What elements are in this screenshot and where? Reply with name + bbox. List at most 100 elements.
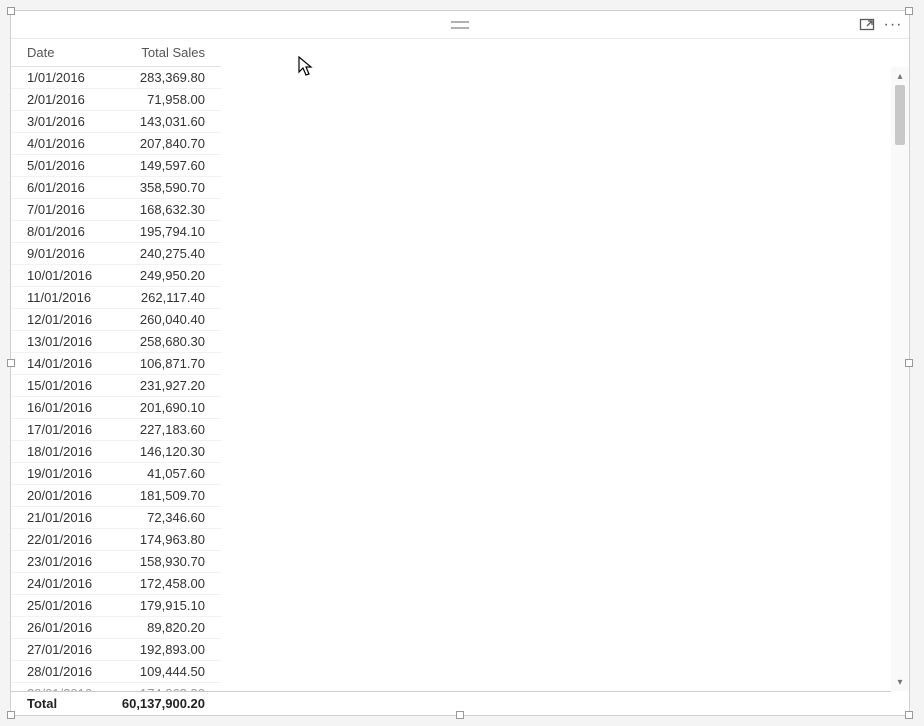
cell-date: 20/01/2016 bbox=[11, 485, 111, 507]
cell-date: 7/01/2016 bbox=[11, 199, 111, 221]
total-value: 60,137,900.20 bbox=[111, 696, 221, 711]
table-row[interactable]: 8/01/2016195,794.10 bbox=[11, 221, 221, 243]
table-row[interactable]: 22/01/2016174,963.80 bbox=[11, 529, 221, 551]
table-row[interactable]: 15/01/2016231,927.20 bbox=[11, 375, 221, 397]
scroll-thumb[interactable] bbox=[895, 85, 905, 145]
cell-total-sales: 283,369.80 bbox=[111, 67, 221, 89]
cell-total-sales: 158,930.70 bbox=[111, 551, 221, 573]
cell-total-sales: 258,680.30 bbox=[111, 331, 221, 353]
table-row[interactable]: 14/01/2016106,871.70 bbox=[11, 353, 221, 375]
table-row[interactable]: 11/01/2016262,117.40 bbox=[11, 287, 221, 309]
cell-date: 1/01/2016 bbox=[11, 67, 111, 89]
table-row[interactable]: 17/01/2016227,183.60 bbox=[11, 419, 221, 441]
more-options-icon[interactable]: ··· bbox=[883, 15, 903, 35]
cell-date: 23/01/2016 bbox=[11, 551, 111, 573]
cell-total-sales: 195,794.10 bbox=[111, 221, 221, 243]
cell-date: 10/01/2016 bbox=[11, 265, 111, 287]
cell-total-sales: 41,057.60 bbox=[111, 463, 221, 485]
cell-date: 17/01/2016 bbox=[11, 419, 111, 441]
cell-date: 6/01/2016 bbox=[11, 177, 111, 199]
table-row[interactable]: 12/01/2016260,040.40 bbox=[11, 309, 221, 331]
cell-total-sales: 207,840.70 bbox=[111, 133, 221, 155]
cell-date: 3/01/2016 bbox=[11, 111, 111, 133]
cell-date: 24/01/2016 bbox=[11, 573, 111, 595]
table-row[interactable]: 26/01/201689,820.20 bbox=[11, 617, 221, 639]
cell-date: 29/01/2016 bbox=[11, 683, 111, 692]
cell-date: 21/01/2016 bbox=[11, 507, 111, 529]
cell-date: 12/01/2016 bbox=[11, 309, 111, 331]
resize-handle-bottom-left[interactable] bbox=[7, 711, 15, 719]
resize-handle-top-left[interactable] bbox=[7, 7, 15, 15]
table-row[interactable]: 10/01/2016249,950.20 bbox=[11, 265, 221, 287]
cell-date: 16/01/2016 bbox=[11, 397, 111, 419]
table-row[interactable]: 7/01/2016168,632.30 bbox=[11, 199, 221, 221]
scroll-track[interactable] bbox=[891, 85, 909, 673]
table-row[interactable]: 3/01/2016143,031.60 bbox=[11, 111, 221, 133]
table-row[interactable]: 5/01/2016149,597.60 bbox=[11, 155, 221, 177]
table-row[interactable]: 9/01/2016240,275.40 bbox=[11, 243, 221, 265]
cell-total-sales: 240,275.40 bbox=[111, 243, 221, 265]
table-wrapper: Date Total Sales 1/01/2016283,369.802/01… bbox=[11, 39, 909, 715]
table-row[interactable]: 18/01/2016146,120.30 bbox=[11, 441, 221, 463]
cell-date: 27/01/2016 bbox=[11, 639, 111, 661]
scroll-down-arrow-icon[interactable]: ▾ bbox=[891, 673, 909, 691]
table-scroll-area[interactable]: Date Total Sales 1/01/2016283,369.802/01… bbox=[11, 39, 891, 691]
cell-date: 2/01/2016 bbox=[11, 89, 111, 111]
table-row[interactable]: 27/01/2016192,893.00 bbox=[11, 639, 221, 661]
table-row[interactable]: 16/01/2016201,690.10 bbox=[11, 397, 221, 419]
table-body: 1/01/2016283,369.802/01/201671,958.003/0… bbox=[11, 67, 221, 692]
cell-total-sales: 179,915.10 bbox=[111, 595, 221, 617]
column-header-date[interactable]: Date bbox=[11, 39, 111, 67]
cell-total-sales: 109,444.50 bbox=[111, 661, 221, 683]
cell-total-sales: 249,950.20 bbox=[111, 265, 221, 287]
table-row[interactable]: 20/01/2016181,509.70 bbox=[11, 485, 221, 507]
cell-total-sales: 106,871.70 bbox=[111, 353, 221, 375]
cell-total-sales: 174,863.30 bbox=[111, 683, 221, 692]
table-row[interactable]: 2/01/201671,958.00 bbox=[11, 89, 221, 111]
cell-date: 9/01/2016 bbox=[11, 243, 111, 265]
scroll-up-arrow-icon[interactable]: ▴ bbox=[891, 67, 909, 85]
cell-date: 26/01/2016 bbox=[11, 617, 111, 639]
total-row: Total 60,137,900.20 bbox=[11, 691, 891, 715]
cell-date: 28/01/2016 bbox=[11, 661, 111, 683]
cell-total-sales: 260,040.40 bbox=[111, 309, 221, 331]
data-table: Date Total Sales 1/01/2016283,369.802/01… bbox=[11, 39, 221, 691]
cell-date: 5/01/2016 bbox=[11, 155, 111, 177]
resize-handle-mid-bottom[interactable] bbox=[456, 711, 464, 719]
table-row[interactable]: 28/01/2016109,444.50 bbox=[11, 661, 221, 683]
table-row[interactable]: 24/01/2016172,458.00 bbox=[11, 573, 221, 595]
resize-handle-mid-left[interactable] bbox=[7, 359, 15, 367]
table-row[interactable]: 13/01/2016258,680.30 bbox=[11, 331, 221, 353]
table-row[interactable]: 23/01/2016158,930.70 bbox=[11, 551, 221, 573]
cell-total-sales: 143,031.60 bbox=[111, 111, 221, 133]
table-row[interactable]: 1/01/2016283,369.80 bbox=[11, 67, 221, 89]
vertical-scrollbar[interactable]: ▴ ▾ bbox=[891, 67, 909, 691]
table-row[interactable]: 4/01/2016207,840.70 bbox=[11, 133, 221, 155]
cell-total-sales: 262,117.40 bbox=[111, 287, 221, 309]
resize-handle-mid-right[interactable] bbox=[905, 359, 913, 367]
cell-total-sales: 174,963.80 bbox=[111, 529, 221, 551]
column-header-total-sales[interactable]: Total Sales bbox=[111, 39, 221, 67]
drag-handle-icon[interactable] bbox=[451, 21, 469, 29]
table-row[interactable]: 21/01/201672,346.60 bbox=[11, 507, 221, 529]
table-row[interactable]: 29/01/2016174,863.30 bbox=[11, 683, 221, 692]
resize-handle-bottom-right[interactable] bbox=[905, 711, 913, 719]
table-row[interactable]: 6/01/2016358,590.70 bbox=[11, 177, 221, 199]
cell-total-sales: 201,690.10 bbox=[111, 397, 221, 419]
cell-total-sales: 168,632.30 bbox=[111, 199, 221, 221]
cell-date: 11/01/2016 bbox=[11, 287, 111, 309]
table-visual-container[interactable]: ··· Date Total Sales 1/01/2016283,369.80… bbox=[10, 10, 910, 716]
focus-mode-icon[interactable] bbox=[857, 15, 877, 35]
cell-total-sales: 72,346.60 bbox=[111, 507, 221, 529]
cell-total-sales: 192,893.00 bbox=[111, 639, 221, 661]
table-row[interactable]: 19/01/201641,057.60 bbox=[11, 463, 221, 485]
table-header-row: Date Total Sales bbox=[11, 39, 221, 67]
cell-date: 8/01/2016 bbox=[11, 221, 111, 243]
table-row[interactable]: 25/01/2016179,915.10 bbox=[11, 595, 221, 617]
resize-handle-top-right[interactable] bbox=[905, 7, 913, 15]
visual-header-bar: ··· bbox=[11, 11, 909, 39]
cell-date: 4/01/2016 bbox=[11, 133, 111, 155]
cell-total-sales: 358,590.70 bbox=[111, 177, 221, 199]
cell-date: 18/01/2016 bbox=[11, 441, 111, 463]
cell-date: 22/01/2016 bbox=[11, 529, 111, 551]
